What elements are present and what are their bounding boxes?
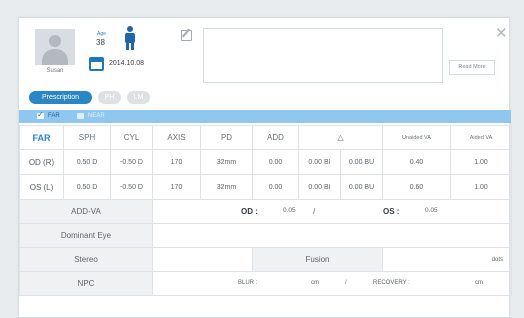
- npc-separator: /: [345, 279, 347, 286]
- memo-textarea[interactable]: [203, 28, 443, 83]
- stereo-field[interactable]: [152, 247, 253, 272]
- col-header-far: FAR: [19, 125, 64, 150]
- od-add-field[interactable]: 0.00: [252, 149, 299, 175]
- dominant-eye-field[interactable]: [152, 223, 512, 248]
- add-va-values: OD : 0.05 / OS : 0.05: [152, 199, 512, 224]
- col-header-pd: PD: [200, 125, 253, 150]
- fusion-label: Fusion: [252, 247, 383, 272]
- calendar-icon: [89, 57, 104, 71]
- close-icon[interactable]: ✕: [495, 26, 508, 41]
- os-cyl-field[interactable]: -0.50 D: [110, 174, 153, 200]
- od-unaided-va-field[interactable]: 0.40: [382, 149, 451, 175]
- distance-toggle-bar: FAR NEAR: [19, 110, 511, 123]
- os-sph-field[interactable]: 0.50 D: [63, 174, 111, 200]
- col-header-sph: SPH: [63, 125, 111, 150]
- patient-name: Susan: [46, 68, 64, 74]
- table-row-add-va: ADD-VA OD : 0.05 / OS : 0.05: [19, 199, 512, 224]
- od-prism-horizontal-field[interactable]: 0.00 BI: [298, 149, 341, 175]
- od-prism-vertical-field[interactable]: 0.00 BU: [340, 149, 383, 175]
- table-row-npc: NPC BLUR : cm / RECOVERY : cm: [19, 271, 512, 296]
- col-header-axis: AXIS: [152, 125, 201, 150]
- col-header-aided-va: Aided VA: [450, 125, 512, 150]
- npc-recovery-unit: cm: [475, 279, 483, 286]
- col-header-cyl: CYL: [110, 125, 153, 150]
- near-label: NEAR: [88, 113, 105, 119]
- tab-prescription[interactable]: Prescription: [29, 91, 92, 104]
- far-checkbox[interactable]: [37, 110, 44, 119]
- tab-ph[interactable]: PH: [98, 91, 121, 104]
- far-label: FAR: [48, 113, 60, 119]
- avatar: [35, 29, 75, 65]
- od-sph-field[interactable]: 0.50 D: [63, 149, 111, 175]
- npc-blur-label: BLUR :: [238, 279, 258, 286]
- patient-card: Susan Age 38 2014.10.08 Read More ✕ Pres…: [18, 17, 512, 318]
- od-pd-field[interactable]: 32mm: [200, 149, 253, 175]
- col-header-prism: △: [298, 125, 383, 150]
- os-prism-horizontal-field[interactable]: 0.00 BI: [298, 174, 341, 200]
- fusion-unit: dots: [382, 247, 512, 272]
- edit-icon[interactable]: [181, 30, 192, 41]
- add-va-od-label: OD :: [241, 206, 258, 216]
- age-value: 38: [96, 38, 105, 47]
- add-va-os-field[interactable]: 0.05: [425, 207, 438, 214]
- os-add-field[interactable]: 0.00: [252, 174, 299, 200]
- row-label-dominant-eye: Dominant Eye: [19, 223, 153, 248]
- os-aided-va-field[interactable]: 1.00: [450, 174, 512, 200]
- od-aided-va-field[interactable]: 1.00: [450, 149, 512, 175]
- male-person-icon: [123, 26, 137, 54]
- od-axis-field[interactable]: 170: [152, 149, 201, 175]
- row-label-os: OS (L): [19, 174, 64, 200]
- prescription-table: FAR SPH CYL AXIS PD ADD △ Unaided VA Aid…: [19, 125, 512, 296]
- col-header-unaided-va: Unaided VA: [382, 125, 451, 150]
- table-row-dominant-eye: Dominant Eye: [19, 223, 512, 248]
- os-prism-vertical-field[interactable]: 0.00 BU: [340, 174, 383, 200]
- npc-blur-unit: cm: [311, 279, 319, 286]
- col-header-add: ADD: [252, 125, 299, 150]
- add-va-os-label: OS :: [383, 206, 400, 216]
- npc-values: BLUR : cm / RECOVERY : cm: [152, 271, 512, 296]
- row-label-npc: NPC: [19, 271, 153, 296]
- table-header-row: FAR SPH CYL AXIS PD ADD △ Unaided VA Aid…: [19, 125, 512, 150]
- os-unaided-va-field[interactable]: 0.60: [382, 174, 451, 200]
- npc-recovery-label: RECOVERY :: [373, 279, 410, 286]
- os-pd-field[interactable]: 32mm: [200, 174, 253, 200]
- os-axis-field[interactable]: 170: [152, 174, 201, 200]
- read-more-button[interactable]: Read More: [449, 60, 495, 75]
- row-label-od: OD (R): [19, 149, 64, 175]
- exam-date: 2014.10.08: [109, 60, 145, 67]
- table-row-od: OD (R) 0.50 D -0.50 D 170 32mm 0.00 0.00…: [19, 149, 512, 175]
- age-label: Age: [97, 31, 106, 37]
- near-checkbox[interactable]: [77, 113, 84, 119]
- table-row-os: OS (L) 0.50 D -0.50 D 170 32mm 0.00 0.00…: [19, 174, 512, 200]
- row-label-stereo: Stereo: [19, 247, 153, 272]
- tab-lm[interactable]: LM: [127, 91, 150, 104]
- row-label-add-va: ADD-VA: [19, 199, 153, 224]
- add-va-od-field[interactable]: 0.05: [283, 207, 296, 214]
- table-row-stereo: Stereo Fusion dots: [19, 247, 512, 272]
- od-cyl-field[interactable]: -0.50 D: [110, 149, 153, 175]
- add-va-separator: /: [313, 206, 316, 216]
